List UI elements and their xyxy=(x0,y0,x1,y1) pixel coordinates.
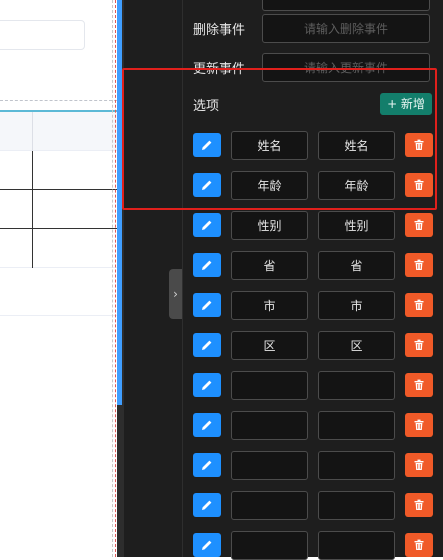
option-row xyxy=(193,451,433,480)
delete-event-input[interactable] xyxy=(262,14,430,43)
chevron-right-icon[interactable]: › xyxy=(169,269,182,319)
delete-option-button[interactable] xyxy=(405,213,433,237)
delete-event-label: 删除事件 xyxy=(193,23,246,38)
edit-option-button[interactable] xyxy=(193,173,221,197)
table-header-row xyxy=(0,110,117,151)
delete-option-button[interactable] xyxy=(405,413,433,437)
option-label-input[interactable] xyxy=(231,251,308,280)
option-row xyxy=(193,131,433,160)
option-row xyxy=(193,291,433,320)
options-label: 选项 xyxy=(193,99,220,114)
option-row xyxy=(193,171,433,200)
option-row xyxy=(193,411,433,440)
option-label-input[interactable] xyxy=(231,211,308,240)
delete-option-button[interactable] xyxy=(405,253,433,277)
option-value-input[interactable] xyxy=(318,171,395,200)
option-label-input[interactable] xyxy=(231,411,308,440)
option-value-input[interactable] xyxy=(318,371,395,400)
edit-option-button[interactable] xyxy=(193,133,221,157)
option-row xyxy=(193,331,433,360)
edit-option-button[interactable] xyxy=(193,333,221,357)
option-row xyxy=(193,531,433,560)
canvas-guide-line xyxy=(0,100,117,101)
option-value-input[interactable] xyxy=(318,291,395,320)
option-row xyxy=(193,491,433,520)
delete-option-button[interactable] xyxy=(405,373,433,397)
option-label-input[interactable] xyxy=(231,331,308,360)
update-event-label: 更新事件 xyxy=(193,62,246,77)
edit-option-button[interactable] xyxy=(193,253,221,277)
previous-field-input[interactable] xyxy=(262,0,430,11)
option-value-input[interactable] xyxy=(318,211,395,240)
option-label-input[interactable] xyxy=(231,531,308,560)
panel-divider xyxy=(182,0,183,557)
add-option-button[interactable]: + 新增 xyxy=(380,93,432,115)
option-value-input[interactable] xyxy=(318,131,395,160)
table-row xyxy=(0,151,117,190)
option-value-input[interactable] xyxy=(318,491,395,520)
option-value-input[interactable] xyxy=(318,451,395,480)
option-label-input[interactable] xyxy=(231,491,308,520)
design-canvas xyxy=(0,0,117,557)
canvas-boundary-line xyxy=(115,0,116,557)
option-value-input[interactable] xyxy=(318,331,395,360)
delete-option-button[interactable] xyxy=(405,133,433,157)
delete-option-button[interactable] xyxy=(405,293,433,317)
update-event-input[interactable] xyxy=(262,53,430,82)
option-label-input[interactable] xyxy=(231,371,308,400)
option-value-input[interactable] xyxy=(318,531,395,560)
option-row xyxy=(193,251,433,280)
option-row xyxy=(193,371,433,400)
option-row xyxy=(193,211,433,240)
option-value-input[interactable] xyxy=(318,411,395,440)
delete-option-button[interactable] xyxy=(405,453,433,477)
edit-option-button[interactable] xyxy=(193,413,221,437)
canvas-scrollbar-thumb[interactable] xyxy=(117,0,122,405)
option-label-input[interactable] xyxy=(231,171,308,200)
edit-option-button[interactable] xyxy=(193,533,221,557)
edit-option-button[interactable] xyxy=(193,213,221,237)
edit-option-button[interactable] xyxy=(193,453,221,477)
option-label-input[interactable] xyxy=(231,451,308,480)
table-row xyxy=(0,229,117,268)
delete-option-button[interactable] xyxy=(405,173,433,197)
canvas-table-footer xyxy=(0,268,117,316)
canvas-table[interactable] xyxy=(0,110,117,268)
canvas-guide-line xyxy=(112,0,113,557)
edit-option-button[interactable] xyxy=(193,493,221,517)
option-label-input[interactable] xyxy=(231,131,308,160)
delete-option-button[interactable] xyxy=(405,533,433,557)
canvas-scrollbar[interactable] xyxy=(117,0,124,557)
delete-option-button[interactable] xyxy=(405,493,433,517)
option-value-input[interactable] xyxy=(318,251,395,280)
table-row xyxy=(0,190,117,229)
canvas-input-field[interactable] xyxy=(0,20,85,50)
edit-option-button[interactable] xyxy=(193,373,221,397)
delete-option-button[interactable] xyxy=(405,333,433,357)
option-label-input[interactable] xyxy=(231,291,308,320)
edit-option-button[interactable] xyxy=(193,293,221,317)
